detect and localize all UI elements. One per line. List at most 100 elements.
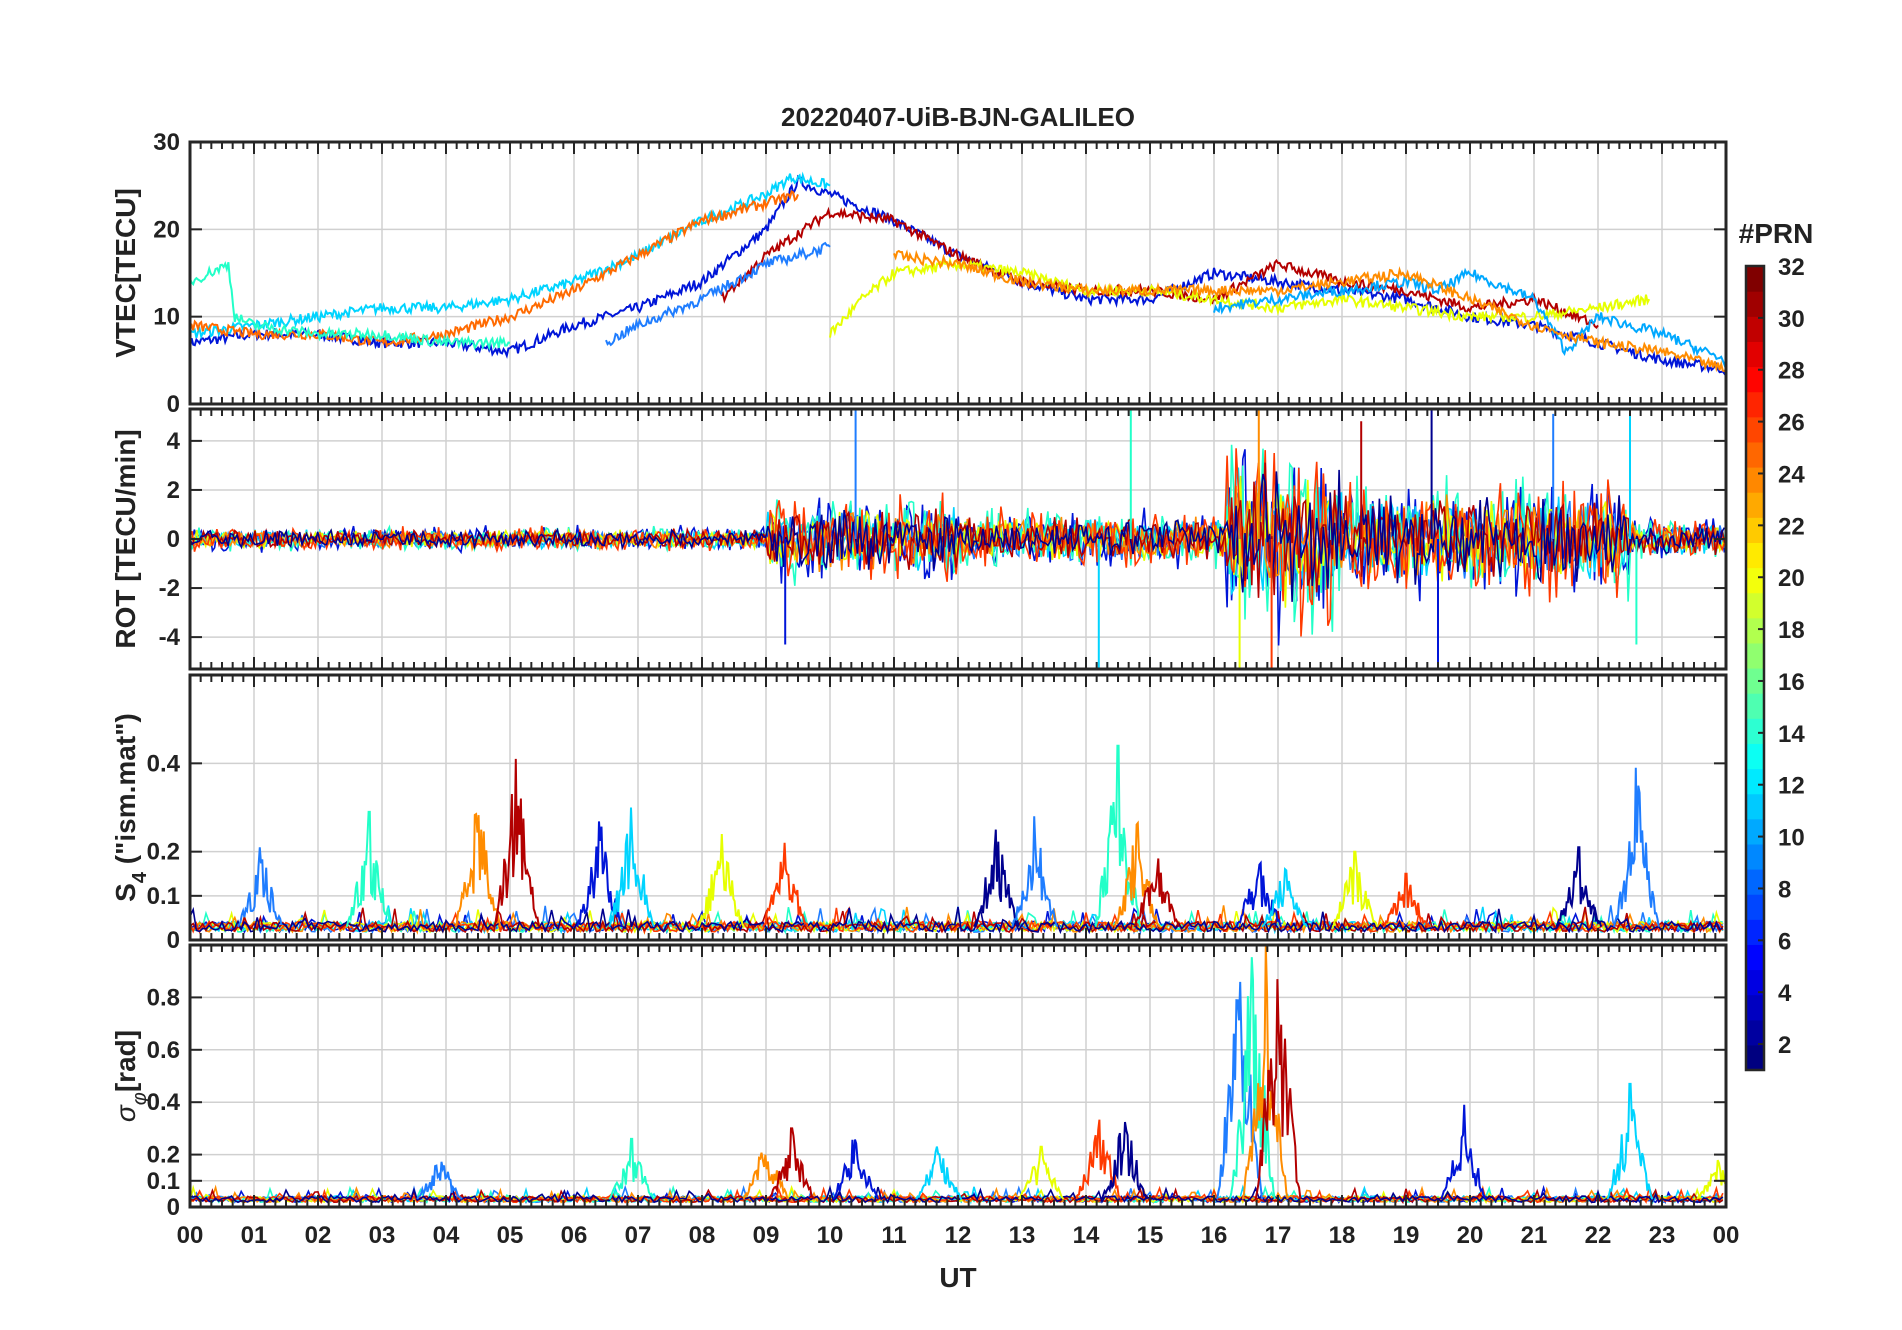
- y-tick-label: 0: [167, 1194, 180, 1221]
- s4-peak: [761, 842, 809, 928]
- sigma_phi-peak: [832, 1139, 879, 1200]
- colorbar-tick-label: 14: [1778, 721, 1805, 748]
- colorbar-tick-label: 22: [1778, 513, 1805, 540]
- colorbar-segment: [1746, 467, 1764, 493]
- s4-peak: [1011, 816, 1059, 928]
- s4-panel: 0 0.1 0.2 0.4S4 ("ism.mat"): [110, 673, 1728, 954]
- x-tick-label: 19: [1393, 1222, 1420, 1249]
- x-tick-label: 10: [817, 1222, 844, 1249]
- s4-peak: [1094, 744, 1142, 928]
- vtec-series-prn-8: [605, 241, 831, 347]
- colorbar-tick-label: 8: [1778, 876, 1791, 903]
- colorbar-segment: [1746, 894, 1764, 920]
- y-axis-title: σφ[rad]: [110, 1030, 151, 1122]
- x-tick-label: 12: [945, 1222, 972, 1249]
- s4-peak: [1613, 767, 1660, 928]
- colorbar-tick-label: 24: [1778, 461, 1805, 488]
- colorbar-tick-label: 6: [1778, 928, 1791, 955]
- s4-peak: [1555, 846, 1603, 928]
- x-tick-label: 06: [561, 1222, 588, 1249]
- y-tick-label: 10: [153, 304, 180, 331]
- colorbar-tick-label: 10: [1778, 825, 1805, 852]
- colorbar-segment: [1746, 492, 1764, 518]
- sigma_phi-peak: [1606, 1082, 1654, 1200]
- vtec-panel: 0 10 20 30 VTEC[TECU]: [110, 129, 1728, 418]
- x-tick-label: 22: [1585, 1222, 1612, 1249]
- colorbar-tick-label: 26: [1778, 410, 1805, 437]
- sigma_phi-peak: [1696, 1159, 1726, 1200]
- y-tick-label: 2: [167, 477, 180, 504]
- colorbar-segment: [1746, 391, 1764, 418]
- x-tick-label: 03: [369, 1222, 396, 1249]
- x-tick-label: 20: [1457, 1222, 1484, 1249]
- colorbar-tick-label: 16: [1778, 669, 1805, 696]
- colorbar-segment: [1746, 768, 1764, 795]
- x-tick-label: 15: [1137, 1222, 1164, 1249]
- x-tick-label: 02: [305, 1222, 332, 1249]
- colorbar-segment: [1746, 517, 1764, 543]
- x-tick-label: 23: [1649, 1222, 1676, 1249]
- sigma-phi-panel: 00.10.2 0.4 0.6 0.8 σφ[rad]: [110, 943, 1728, 1221]
- colorbar-segment: [1746, 818, 1764, 845]
- x-tick-label: 00: [1713, 1222, 1740, 1249]
- sigma_phi-peak: [1101, 1121, 1148, 1200]
- chart-title: 20220407-UiB-BJN-GALILEO: [781, 102, 1135, 132]
- colorbar-segment: [1746, 291, 1764, 317]
- y-tick-label: -2: [159, 575, 180, 602]
- y-tick-label: 0.6: [147, 1037, 180, 1064]
- y-tick-label: 0.4: [147, 1089, 181, 1116]
- x-tick-label: 16: [1201, 1222, 1228, 1249]
- grid: [189, 141, 1727, 405]
- colorbar-segment: [1746, 441, 1764, 468]
- plot-area: [190, 945, 1726, 1205]
- y-axis-title: VTEC[TECU]: [110, 188, 141, 358]
- colorbar-tick-label: 20: [1778, 565, 1805, 592]
- colorbar: 2468101214161820222426283032: [1744, 254, 1805, 1072]
- s4-peak: [608, 807, 655, 928]
- colorbar-segment: [1746, 843, 1764, 870]
- colorbar-segment: [1746, 592, 1764, 619]
- y-tick-label: 0: [167, 391, 180, 418]
- y-tick-label: 0.2: [147, 1142, 180, 1169]
- sigma_phi-peak: [1075, 1119, 1123, 1200]
- y-tick-label: 0.2: [147, 839, 180, 866]
- x-axis-title: UT: [939, 1262, 976, 1293]
- colorbar-tick-label: 12: [1778, 773, 1805, 800]
- colorbar-segment: [1746, 869, 1764, 895]
- s4-peak: [237, 847, 283, 928]
- x-tick-label: 00: [177, 1222, 204, 1249]
- x-tick-label: 17: [1265, 1222, 1292, 1249]
- colorbar-segment: [1746, 266, 1764, 292]
- x-tick-label: 01: [241, 1222, 268, 1249]
- s4-peak: [345, 810, 392, 928]
- colorbar-segment: [1746, 1044, 1764, 1071]
- y-tick-label: 20: [153, 216, 180, 243]
- y-tick-label: 0.4: [147, 750, 181, 777]
- colorbar-segment: [1746, 316, 1764, 342]
- y-tick-label: 0.8: [147, 984, 180, 1011]
- s4-peak: [493, 758, 540, 928]
- y-axis-title: ROT [TECU/min]: [110, 429, 141, 648]
- x-tick-label: 18: [1329, 1222, 1356, 1249]
- colorbar-tick-label: 18: [1778, 617, 1805, 644]
- figure-canvas: 20220407-UiB-BJN-GALILEO 0102030VTEC[TEC…: [110, 102, 1813, 1293]
- grid: [189, 945, 1727, 1208]
- colorbar-segment: [1746, 793, 1764, 820]
- x-tick-label: 08: [689, 1222, 716, 1249]
- grid: [189, 675, 1727, 941]
- x-tick-label: 09: [753, 1222, 780, 1249]
- colorbar-segment: [1746, 341, 1764, 368]
- y-tick-label: 30: [153, 129, 180, 156]
- y-tick-label: 4: [167, 428, 181, 455]
- y-tick-label: 0.1: [147, 883, 180, 910]
- s4-peak: [973, 829, 1020, 928]
- colorbar-tick-label: 4: [1778, 980, 1792, 1007]
- s4-peak: [1331, 850, 1379, 928]
- x-tick-label: 04: [433, 1222, 460, 1249]
- colorbar-segment: [1746, 416, 1764, 443]
- y-tick-label: -4: [159, 624, 181, 651]
- y-tick-label: 0.1: [147, 1168, 180, 1195]
- x-tick-label: 11: [881, 1222, 906, 1249]
- y-tick-label: 0: [167, 927, 180, 954]
- colorbar-segment: [1746, 617, 1764, 644]
